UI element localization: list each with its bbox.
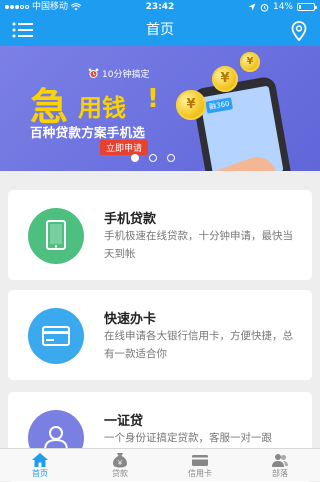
- home-icon: [32, 453, 48, 467]
- banner-subtitle: 百种贷款方案手机选: [30, 125, 146, 140]
- phone-illustration: 融360: [191, 75, 293, 171]
- tab-label: 信用卡: [188, 469, 212, 478]
- card-title: 手机贷款: [104, 212, 157, 227]
- battery-fill: [299, 5, 301, 9]
- phone-screen: [199, 85, 284, 171]
- battery-percent: 14%: [272, 2, 293, 12]
- credit-card-icon: [42, 326, 70, 346]
- people-icon: [272, 454, 288, 467]
- timer-badge: 10分钟搞定: [88, 67, 149, 80]
- card-description: 在线申请各大银行信用卡，方便快捷，总有一款适合你: [104, 330, 293, 360]
- alarm-clock-icon: [88, 68, 99, 78]
- nav-bar: 首页: [0, 14, 320, 46]
- card-title: 快速办卡: [104, 312, 157, 327]
- card-phone-loan[interactable]: 手机贷款 手机极速在线贷款，十分钟申请，最快当天到帐: [8, 190, 312, 280]
- carousel-dots[interactable]: [131, 154, 175, 162]
- timer-text: 10分钟搞定: [102, 70, 150, 80]
- tab-label: 部落: [272, 469, 288, 478]
- card-description: 一个身份证搞定贷款，客服一对一跟: [104, 432, 272, 444]
- location-arrow-icon: [248, 3, 256, 11]
- coin-icon: ¥: [176, 90, 206, 120]
- tab-label: 首页: [32, 469, 48, 478]
- promo-banner[interactable]: 10分钟搞定 急 用钱 ! 百种贷款方案手机选 立即申请 融360 ¥ ¥ ¥: [0, 46, 320, 171]
- alarm-icon: [260, 3, 269, 12]
- coin-icon: ¥: [212, 66, 238, 92]
- status-right: 14%: [248, 0, 317, 14]
- coin-icon: ¥: [240, 52, 260, 72]
- tab-bar: 首页 ¥ 贷款 信用卡 部落: [0, 448, 320, 481]
- card-icon-circle: [28, 308, 84, 364]
- tab-loan[interactable]: ¥ 贷款: [80, 449, 160, 481]
- card-title: 一证贷: [104, 414, 144, 429]
- battery-icon: [297, 3, 317, 11]
- card-icon-circle: [28, 208, 84, 264]
- apply-now-button[interactable]: 立即申请: [100, 140, 149, 155]
- carousel-dot[interactable]: [167, 154, 175, 162]
- location-pin-icon[interactable]: [290, 21, 308, 41]
- carousel-dot[interactable]: [149, 154, 157, 162]
- carousel-dot[interactable]: [131, 154, 139, 162]
- tablet-icon: [46, 220, 66, 250]
- page-title: 首页: [146, 22, 174, 38]
- tab-home[interactable]: 首页: [0, 449, 80, 481]
- card-description: 手机极速在线贷款，十分钟申请，最快当天到帐: [104, 230, 293, 260]
- card-quick-credit-card[interactable]: 快速办卡 在线申请各大银行信用卡，方便快捷，总有一款适合你: [8, 290, 312, 380]
- money-bag-icon: ¥: [113, 453, 127, 468]
- tab-label: 贷款: [112, 469, 128, 478]
- svg-text:¥: ¥: [118, 459, 123, 467]
- tab-tribe[interactable]: 部落: [240, 449, 320, 481]
- headline-rest: 用钱: [78, 94, 126, 122]
- credit-card-icon: [192, 455, 208, 466]
- headline-exclaim: !: [147, 84, 159, 114]
- tab-credit-card[interactable]: 信用卡: [160, 449, 240, 481]
- status-bar: 中国移动 23:42 14%: [0, 0, 320, 14]
